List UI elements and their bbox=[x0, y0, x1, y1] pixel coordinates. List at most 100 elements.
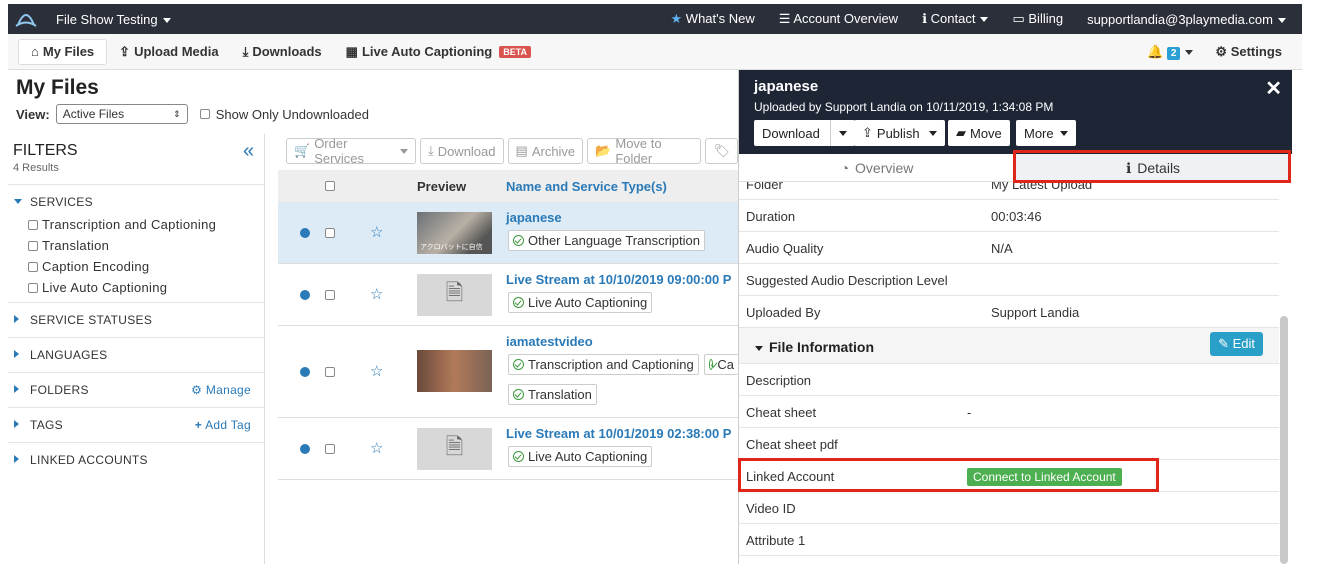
checkbox[interactable] bbox=[28, 219, 38, 230]
download-label: Download bbox=[437, 143, 496, 159]
detail-row: Attribute 1 bbox=[739, 524, 1279, 556]
service-label: Transcription and Captioning bbox=[528, 357, 694, 372]
tag-button[interactable]: 🏷 bbox=[705, 138, 738, 164]
gear-icon: ⚙ bbox=[191, 383, 203, 397]
detail-row: Description bbox=[739, 364, 1279, 396]
add-tag-link[interactable]: + Add Tag bbox=[195, 418, 251, 432]
detail-row-folder: Folder My Latest Upload bbox=[739, 182, 1279, 200]
detail-row: Cheat sheet - bbox=[739, 396, 1279, 428]
chevron-down-icon bbox=[980, 17, 989, 23]
user-menu[interactable]: supportlandia@3playmedia.com bbox=[1087, 12, 1286, 27]
whats-new-link[interactable]: ★ What's New bbox=[671, 11, 755, 27]
select-all-checkbox[interactable] bbox=[325, 181, 335, 191]
collapse-sidebar-icon[interactable]: « bbox=[243, 140, 254, 163]
notifications-menu[interactable]: 🔔 2 bbox=[1147, 44, 1194, 60]
filter-option[interactable]: Translation bbox=[28, 238, 109, 253]
filter-option[interactable]: Live Auto Captioning bbox=[28, 280, 167, 295]
nav-my-files[interactable]: ⌂ My Files bbox=[18, 38, 108, 65]
row-checkbox[interactable] bbox=[325, 290, 335, 300]
star-icon[interactable]: ☆ bbox=[370, 223, 383, 241]
gear-icon: ⚙ bbox=[1215, 43, 1228, 59]
document-thumbnail[interactable]: 🗎 bbox=[417, 274, 492, 316]
more-button[interactable]: More bbox=[1016, 120, 1076, 146]
file-name-link[interactable]: iamatestvideo bbox=[506, 334, 593, 349]
row-checkbox[interactable] bbox=[325, 228, 335, 238]
edit-button[interactable]: ✎ Edit bbox=[1210, 332, 1263, 356]
account-overview-link[interactable]: ☰ Account Overview bbox=[779, 11, 898, 27]
filter-section-label: FOLDERS bbox=[30, 383, 89, 397]
highlight-box-linked-account bbox=[738, 458, 1159, 492]
caret-down-icon bbox=[755, 345, 763, 351]
filter-option[interactable]: Transcription and Captioning bbox=[28, 217, 216, 232]
show-undownloaded-checkbox[interactable] bbox=[199, 109, 210, 119]
download-button[interactable]: ⤓ Download bbox=[419, 138, 504, 164]
file-information-section[interactable]: File Information ✎ Edit bbox=[739, 328, 1279, 364]
table-row[interactable]: ☆ 🗎 Live Stream at 10/10/2019 09:00:00 P… bbox=[278, 264, 738, 326]
check-circle-icon bbox=[513, 451, 524, 462]
table-row[interactable]: ☆ アクロバットに自信 japanese Other Language Tran… bbox=[278, 202, 738, 264]
column-header-name[interactable]: Name and Service Type(s) bbox=[506, 179, 667, 194]
filter-section-linked-accounts[interactable]: LINKED ACCOUNTS bbox=[8, 442, 265, 477]
move-button[interactable]: ▰ Move bbox=[948, 120, 1010, 146]
logo-icon[interactable] bbox=[14, 7, 38, 31]
filter-option-label: Live Auto Captioning bbox=[42, 280, 168, 295]
filter-section-languages[interactable]: LANGUAGES bbox=[8, 337, 265, 372]
move-to-folder-button[interactable]: 📂 Move to Folder bbox=[587, 136, 702, 166]
checkbox[interactable] bbox=[28, 240, 38, 251]
filter-section-service-statuses[interactable]: SERVICE STATUSES bbox=[8, 302, 265, 337]
publish-button[interactable]: ⇪ Publish bbox=[854, 120, 945, 146]
download-dropdown-button[interactable]: Download bbox=[754, 120, 855, 146]
row-checkbox[interactable] bbox=[325, 444, 335, 454]
checkbox[interactable] bbox=[28, 261, 38, 272]
move-label: Move bbox=[970, 125, 1002, 141]
file-information-toggle[interactable]: File Information bbox=[755, 339, 874, 355]
star-icon[interactable]: ☆ bbox=[370, 439, 383, 457]
close-icon[interactable]: ✕ bbox=[1265, 76, 1282, 101]
download-toggle[interactable] bbox=[829, 120, 847, 146]
checkbox[interactable] bbox=[28, 282, 38, 293]
view-label: View: bbox=[16, 106, 50, 122]
contact-menu[interactable]: ℹ Contact bbox=[922, 11, 989, 27]
star-icon[interactable]: ☆ bbox=[370, 285, 383, 303]
video-thumbnail[interactable]: アクロバットに自信 bbox=[417, 212, 492, 254]
order-services-button[interactable]: 🛒 Order Services bbox=[286, 136, 416, 166]
file-name-link[interactable]: japanese bbox=[506, 210, 562, 225]
detail-row: Cheat sheet pdf bbox=[739, 428, 1279, 460]
folder-icon: 📂 bbox=[595, 143, 612, 158]
filter-section-services[interactable]: SERVICES Transcription and Captioning Tr… bbox=[8, 184, 265, 302]
filter-section-tags[interactable]: TAGS + Add Tag bbox=[8, 407, 265, 442]
document-thumbnail[interactable]: 🗎 bbox=[417, 428, 492, 470]
settings-link[interactable]: ⚙ Settings bbox=[1215, 44, 1282, 60]
panel-subtitle: Uploaded by Support Landia on 10/11/2019… bbox=[754, 100, 1054, 114]
file-name-link[interactable]: Live Stream at 10/10/2019 09:00:00 P bbox=[506, 272, 731, 287]
view-select[interactable]: Active Files ⇕ bbox=[55, 104, 188, 124]
filter-section-folders[interactable]: FOLDERS ⚙ Manage bbox=[8, 372, 265, 407]
nav-upload-label: Upload Media bbox=[134, 44, 219, 59]
panel-scrollbar[interactable] bbox=[1280, 316, 1288, 564]
detail-value: 00:03:46 bbox=[991, 209, 1042, 224]
manage-folders-link[interactable]: ⚙ Manage bbox=[191, 383, 251, 397]
add-tag-label: Add Tag bbox=[205, 418, 251, 432]
chevron-down-icon bbox=[1278, 17, 1286, 23]
billing-link[interactable]: ▭ Billing bbox=[1012, 11, 1063, 27]
chevron-down-icon bbox=[162, 17, 171, 23]
nav-downloads[interactable]: ⤓ Downloads bbox=[231, 44, 334, 60]
nav-upload-media[interactable]: ⇪ Upload Media bbox=[107, 44, 230, 60]
chevron-down-icon bbox=[1059, 130, 1068, 136]
nav-live-auto-captioning[interactable]: ▦ Live Auto Captioning BETA bbox=[334, 44, 543, 60]
tab-overview[interactable]: ◔ Overview bbox=[739, 154, 1015, 182]
detail-row: Audio Quality N/A bbox=[739, 232, 1279, 264]
star-icon[interactable]: ☆ bbox=[370, 362, 383, 380]
archive-button[interactable]: ▤ Archive bbox=[507, 138, 584, 164]
account-switcher[interactable]: File Show Testing bbox=[56, 12, 171, 27]
user-email: supportlandia@3playmedia.com bbox=[1087, 11, 1273, 27]
filter-option[interactable]: Caption Encoding bbox=[28, 259, 149, 274]
file-name-link[interactable]: Live Stream at 10/01/2019 02:38:00 P bbox=[506, 426, 731, 441]
row-checkbox[interactable] bbox=[325, 367, 335, 377]
video-thumbnail[interactable] bbox=[417, 350, 492, 392]
detail-key: Suggested Audio Description Level bbox=[746, 273, 948, 288]
detail-key: Duration bbox=[746, 209, 796, 224]
table-row[interactable]: ☆ iamatestvideo Transcription and Captio… bbox=[278, 326, 738, 418]
table-row[interactable]: ☆ 🗎 Live Stream at 10/01/2019 02:38:00 P… bbox=[278, 418, 738, 480]
service-badge: Transcription and Captioning bbox=[508, 354, 699, 375]
